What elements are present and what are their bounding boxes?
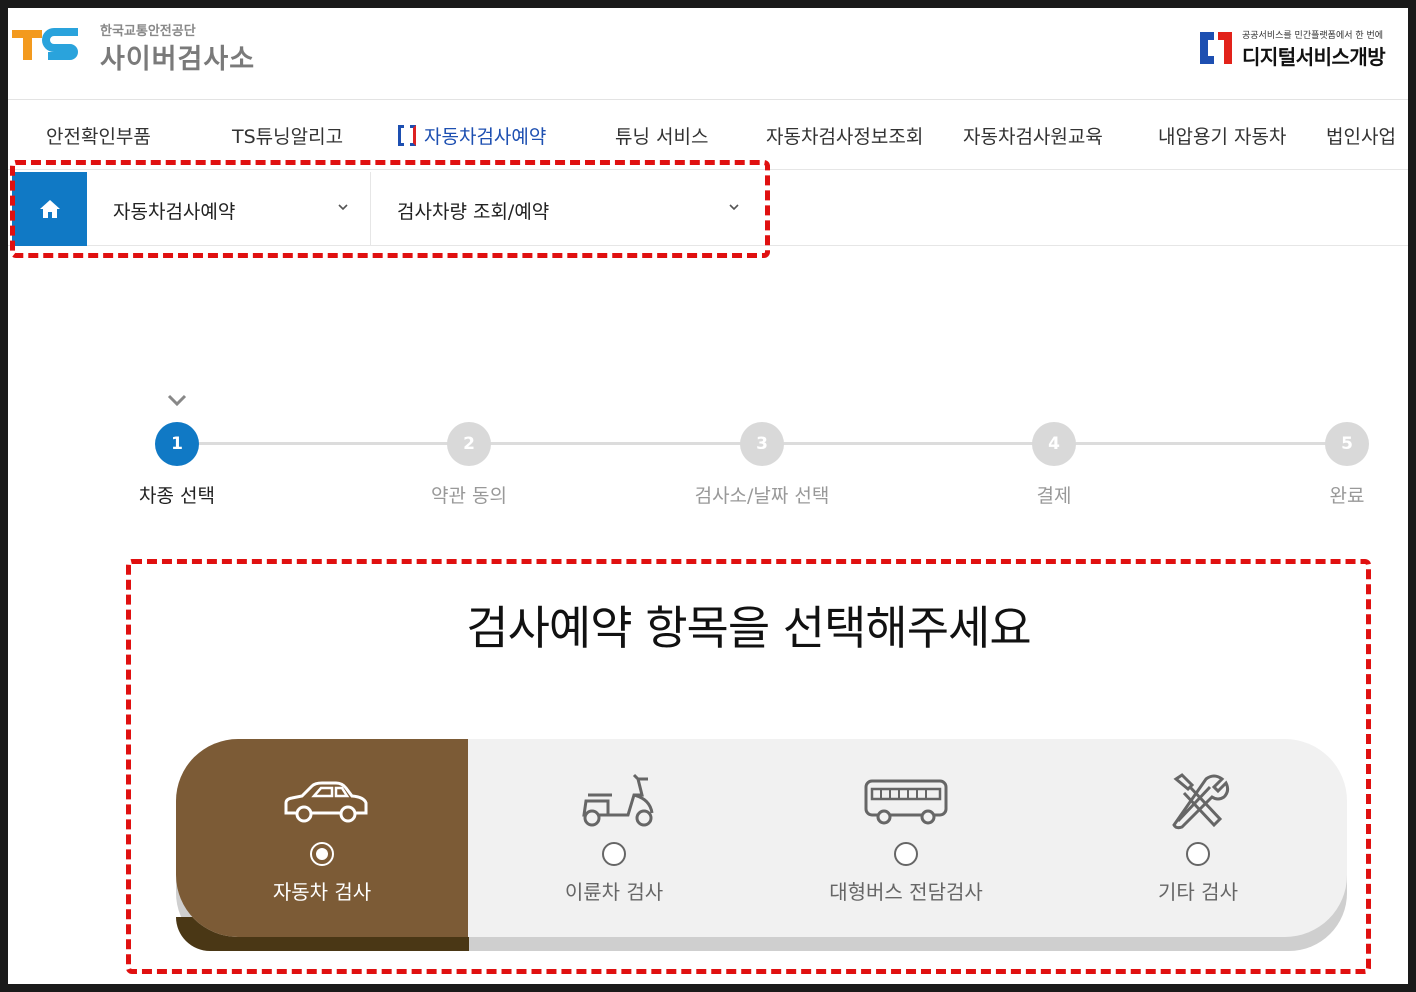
digital-service-title[interactable]: 디지털서비스개방 — [1242, 41, 1386, 70]
radio-unselected[interactable] — [1186, 842, 1210, 866]
radio-unselected[interactable] — [602, 842, 626, 866]
nav-item-label: 자동차검사예약 — [424, 126, 547, 148]
active-bracket-icon — [398, 125, 416, 146]
option-label: 대형버스 전담검사 — [829, 880, 983, 904]
nav-item-tuning-service[interactable]: 튜닝 서비스 — [615, 122, 708, 149]
radio-selected[interactable] — [310, 842, 334, 866]
digital-service-tagline: 공공서비스를 민간플랫폼에서 한 번에 — [1242, 31, 1384, 41]
nav-item-inspection-reservation[interactable]: 자동차검사예약 — [398, 122, 546, 149]
step-2-label: 약관 동의 — [431, 485, 507, 507]
inspection-type-options: 자동차 검사 이륜차 검사 대형버스 전담검사 기타 검사 — [176, 739, 1347, 937]
selection-title: 검사예약 항목을 선택해주세요 — [466, 601, 1031, 655]
step-3-label: 검사소/날짜 선택 — [694, 485, 830, 507]
radio-unselected[interactable] — [894, 842, 918, 866]
ts-logo[interactable] — [12, 24, 84, 64]
nav-item-pressure-vessel[interactable]: 내압용기 자동차 — [1158, 122, 1286, 149]
step-2-circle: 2 — [447, 422, 491, 466]
nav-item-safety-parts[interactable]: 안전확인부품 — [46, 122, 151, 149]
site-header: 한국교통안전공단 사이버검사소 공공서비스를 민간플랫폼에서 한 번에 디지털서… — [8, 8, 1408, 100]
nav-item-inspector-education[interactable]: 자동차검사원교육 — [963, 122, 1103, 149]
step-1-label: 차종 선택 — [139, 485, 215, 507]
option-label: 이륜차 검사 — [564, 880, 664, 904]
page-frame: 한국교통안전공단 사이버검사소 공공서비스를 민간플랫폼에서 한 번에 디지털서… — [8, 8, 1408, 984]
car-icon — [284, 781, 368, 823]
step-3-circle: 3 — [740, 422, 784, 466]
option-motorcycle-inspection[interactable]: 이륜차 검사 — [468, 739, 760, 937]
option-car-inspection[interactable]: 자동차 검사 — [176, 739, 468, 937]
digital-service-logo-icon[interactable] — [1198, 30, 1234, 66]
tools-icon — [1172, 773, 1230, 830]
option-label: 자동차 검사 — [272, 880, 372, 904]
step-5-circle: 5 — [1325, 422, 1369, 466]
step-4-circle: 4 — [1032, 422, 1076, 466]
checkmark-icon — [167, 394, 187, 407]
location-highlight-box — [10, 160, 770, 258]
step-4-label: 결제 — [1036, 485, 1072, 507]
nav-item-inspection-info[interactable]: 자동차검사정보조회 — [766, 122, 923, 149]
scooter-icon — [582, 773, 654, 827]
option-label: 기타 검사 — [1158, 880, 1238, 904]
option-bus-inspection[interactable]: 대형버스 전담검사 — [760, 739, 1052, 937]
step-1-circle: 1 — [155, 422, 199, 466]
site-name[interactable]: 사이버검사소 — [100, 37, 255, 76]
option-other-inspection[interactable]: 기타 검사 — [1052, 739, 1344, 937]
nav-item-corporate[interactable]: 법인사업 — [1326, 122, 1396, 149]
step-5-label: 완료 — [1329, 485, 1365, 507]
nav-item-ts-tuning[interactable]: TS튜닝알리고 — [232, 122, 343, 149]
bus-icon — [864, 779, 948, 825]
